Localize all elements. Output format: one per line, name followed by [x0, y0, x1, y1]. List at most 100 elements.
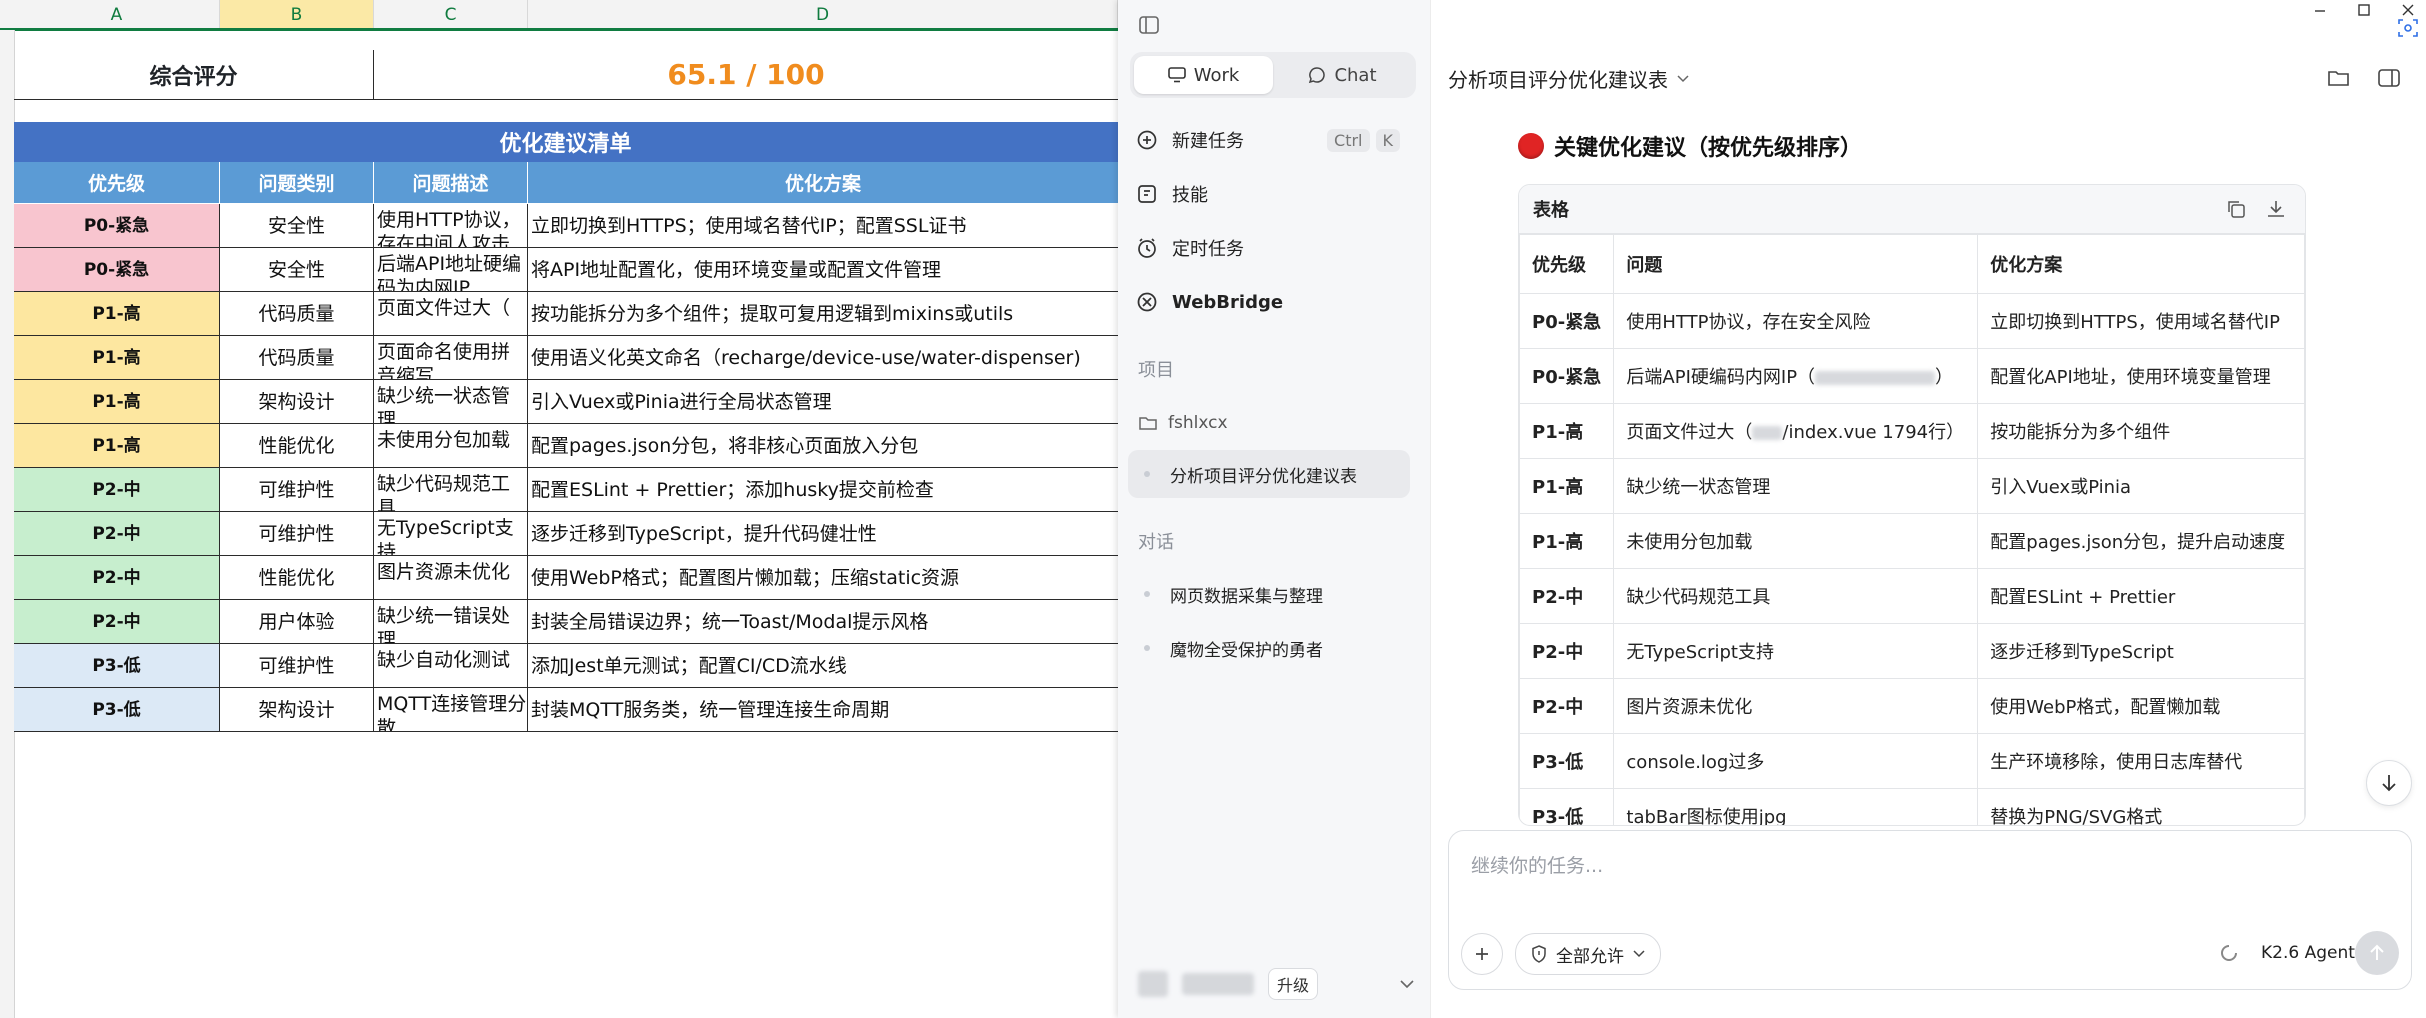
category-cell[interactable]: 安全性	[220, 204, 374, 248]
issue-cell[interactable]: 无TypeScript支持	[374, 512, 528, 556]
column-header-a[interactable]: A	[14, 0, 220, 30]
project-folder[interactable]: fshlxcx	[1138, 406, 1228, 440]
shield-icon	[1532, 945, 1546, 963]
solution-cell[interactable]: 使用WebP格式；配置图片懒加载；压缩static资源	[528, 556, 1118, 600]
document-title[interactable]: 分析项目评分优化建议表	[1448, 64, 1690, 93]
download-icon[interactable]	[2265, 198, 2287, 220]
solution-cell[interactable]: 逐步迁移到TypeScript，提升代码健壮性	[528, 512, 1118, 556]
category-cell[interactable]: 性能优化	[220, 424, 374, 468]
score-label-cell[interactable]: 综合评分	[14, 50, 374, 100]
send-button[interactable]	[2355, 931, 2399, 975]
solution-cell[interactable]: 按功能拆分为多个组件；提取可复用逻辑到mixins或utils	[528, 292, 1118, 336]
nav-scheduled-tasks[interactable]: 定时任务	[1136, 228, 1412, 268]
category-cell[interactable]: 可维护性	[220, 468, 374, 512]
scroll-to-bottom-button[interactable]	[2366, 760, 2412, 806]
issue-cell[interactable]: 后端API地址硬编码为内网IP	[374, 248, 528, 292]
issue-cell[interactable]: 缺少代码规范工具	[374, 468, 528, 512]
permission-dropdown[interactable]: 全部允许	[1515, 933, 1661, 975]
table-row: P3-低 tabBar图标使用jpg 替换为PNG/SVG格式	[1519, 788, 2305, 825]
issue-cell[interactable]: 缺少统一状态管理	[374, 380, 528, 424]
header-priority[interactable]: 优先级	[14, 162, 220, 204]
solution-cell[interactable]: 添加Jest单元测试；配置CI/CD流水线	[528, 644, 1118, 688]
solution-cell[interactable]: 立即切换到HTTPS；使用域名替代IP；配置SSL证书	[528, 204, 1118, 248]
agent-model-label[interactable]: K2.6 Agent	[2261, 943, 2355, 963]
solution-cell[interactable]: 引入Vuex或Pinia进行全局状态管理	[528, 380, 1118, 424]
solution-cell[interactable]: 配置ESLint + Prettier；添加husky提交前检查	[528, 468, 1118, 512]
issue-cell[interactable]: 图片资源未优化	[374, 556, 528, 600]
chat-item-label: 魔物全受保护的勇者	[1170, 640, 1323, 661]
screen-capture-icon[interactable]	[2396, 16, 2420, 40]
category-cell[interactable]: 代码质量	[220, 292, 374, 336]
priority-text: P3-低	[92, 699, 141, 720]
task-input[interactable]	[1469, 845, 2373, 887]
tab-chat[interactable]: Chat	[1273, 56, 1412, 94]
priority-cell[interactable]: P2-中	[14, 556, 220, 600]
issue-cell[interactable]: 缺少自动化测试	[374, 644, 528, 688]
priority-cell[interactable]: P2-中	[14, 512, 220, 556]
table-row: P1-高 未使用分包加载 配置pages.json分包，提升启动速度	[1519, 513, 2305, 569]
category-cell[interactable]: 安全性	[220, 248, 374, 292]
category-cell[interactable]: 性能优化	[220, 556, 374, 600]
user-name-redacted	[1182, 973, 1254, 995]
chats-section-label: 对话	[1138, 532, 1174, 553]
user-row[interactable]: 升级	[1138, 964, 1420, 1004]
solution-cell[interactable]: 将API地址配置化，使用环境变量或配置文件管理	[528, 248, 1118, 292]
priority-cell[interactable]: P2-中	[14, 468, 220, 512]
category-cell[interactable]: 可维护性	[220, 512, 374, 556]
header-solution[interactable]: 优化方案	[528, 162, 1118, 204]
chat-item[interactable]: 魔物全受保护的勇者	[1128, 624, 1410, 672]
priority-cell[interactable]: P1-高	[14, 336, 220, 380]
priority-cell[interactable]: P1-高	[14, 424, 220, 468]
category-cell[interactable]: 架构设计	[220, 688, 374, 732]
header-category[interactable]: 问题类别	[220, 162, 374, 204]
avatar	[1138, 971, 1168, 997]
priority-cell[interactable]: P0-紧急	[14, 248, 220, 292]
project-task-item[interactable]: 分析项目评分优化建议表	[1128, 450, 1410, 498]
priority-cell: P1-高	[1519, 513, 1615, 569]
solution-cell: 按功能拆分为多个组件	[1977, 403, 2305, 459]
tab-work[interactable]: Work	[1134, 56, 1273, 94]
priority-cell[interactable]: P1-高	[14, 292, 220, 336]
folder-icon[interactable]	[2326, 66, 2352, 90]
minimize-icon[interactable]	[2312, 2, 2328, 18]
priority-cell[interactable]: P3-低	[14, 644, 220, 688]
issue-cell[interactable]: 使用HTTP协议，存在中间人攻击风险	[374, 204, 528, 248]
issue-cell[interactable]: MQTT连接管理分散	[374, 688, 528, 732]
add-attachment-button[interactable]	[1461, 933, 1503, 975]
tab-chat-label: Chat	[1334, 64, 1377, 86]
issue-cell[interactable]: 页面命名使用拼音缩写	[374, 336, 528, 380]
category-cell[interactable]: 用户体验	[220, 600, 374, 644]
nav-skills[interactable]: 技能	[1136, 174, 1412, 214]
score-value-cell[interactable]: 65.1 / 100	[374, 50, 1118, 100]
category-cell[interactable]: 代码质量	[220, 336, 374, 380]
solution-cell[interactable]: 使用语义化英文命名（recharge/device-use/water-disp…	[528, 336, 1118, 380]
column-header-b[interactable]: B	[220, 0, 374, 30]
issue-cell: 页面文件过大（ /index.vue 1794行）	[1613, 403, 1979, 459]
sidebar-toggle-icon[interactable]	[1138, 14, 1160, 36]
solution-cell[interactable]: 配置pages.json分包，将非核心页面放入分包	[528, 424, 1118, 468]
upgrade-button[interactable]: 升级	[1268, 968, 1319, 1000]
solution-cell[interactable]: 封装全局错误边界；统一Toast/Modal提示风格	[528, 600, 1118, 644]
chevron-down-icon[interactable]	[1398, 978, 1416, 990]
priority-cell[interactable]: P3-低	[14, 688, 220, 732]
priority-cell[interactable]: P2-中	[14, 600, 220, 644]
issue-cell[interactable]: 未使用分包加载	[374, 424, 528, 468]
category-cell[interactable]: 可维护性	[220, 644, 374, 688]
priority-cell[interactable]: P1-高	[14, 380, 220, 424]
issue-cell[interactable]: 页面文件过大（	[374, 292, 528, 336]
side-panel-icon[interactable]	[2376, 66, 2402, 90]
copy-icon[interactable]	[2225, 198, 2247, 220]
column-header-d[interactable]: D	[528, 0, 1118, 30]
header-issue[interactable]: 问题描述	[374, 162, 528, 204]
maximize-icon[interactable]	[2356, 2, 2372, 18]
nav-webbridge[interactable]: WebBridge	[1136, 282, 1412, 322]
bullet-icon	[1144, 471, 1150, 477]
priority-cell[interactable]: P0-紧急	[14, 204, 220, 248]
column-header-c[interactable]: C	[374, 0, 528, 30]
category-cell[interactable]: 架构设计	[220, 380, 374, 424]
chat-item[interactable]: 网页数据采集与整理	[1128, 570, 1410, 618]
list-title-cell[interactable]: 优化建议清单	[14, 122, 1118, 162]
solution-cell[interactable]: 封装MQTT服务类，统一管理连接生命周期	[528, 688, 1118, 732]
issue-cell[interactable]: 缺少统一错误处理	[374, 600, 528, 644]
nav-new-task[interactable]: 新建任务 Ctrl K	[1136, 120, 1412, 160]
